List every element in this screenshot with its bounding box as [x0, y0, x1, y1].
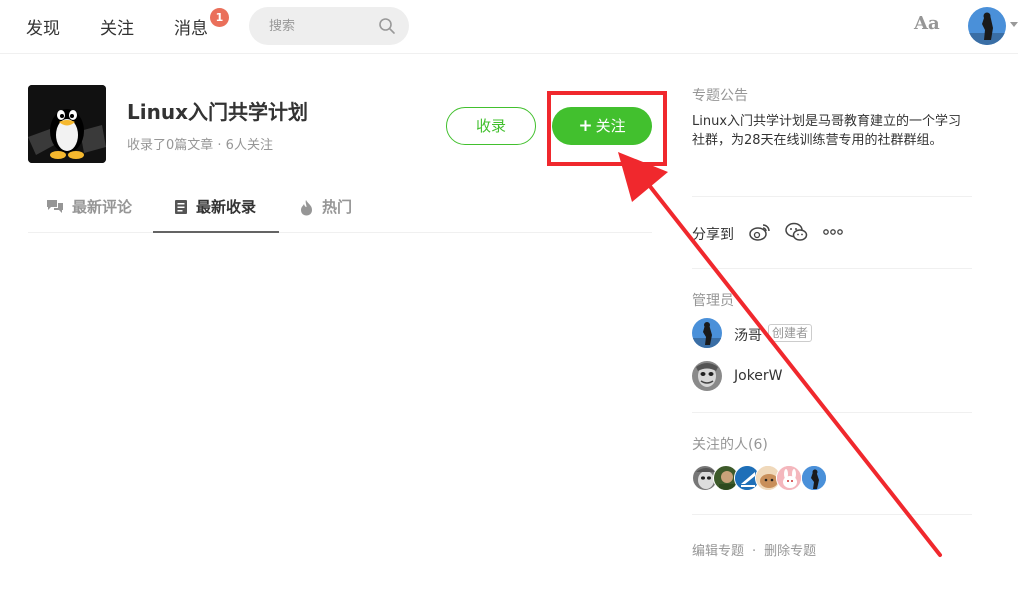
tab-label: 热门 — [322, 198, 353, 216]
font-settings-button[interactable]: Aa — [914, 13, 940, 34]
admins-heading: 管理员 — [692, 293, 734, 309]
search-icon[interactable] — [377, 16, 397, 36]
top-navbar: 发现 关注 消息 1 Aa — [0, 0, 1018, 54]
collection-title: Linux入门共学计划 — [127, 100, 308, 124]
divider — [692, 412, 972, 413]
messages-badge: 1 — [210, 8, 229, 27]
avatar[interactable] — [692, 361, 722, 391]
more-icon[interactable] — [823, 228, 843, 236]
delete-collection-link[interactable]: 删除专题 — [764, 544, 816, 559]
annotation-highlight-box — [547, 91, 667, 166]
followers-heading: 关注的人(6) — [692, 437, 768, 453]
divider — [692, 514, 972, 515]
notice-heading: 专题公告 — [692, 88, 748, 104]
divider — [692, 268, 972, 269]
chevron-down-icon[interactable] — [1010, 22, 1018, 27]
divider — [692, 196, 972, 197]
collection-logo — [28, 85, 106, 163]
nav-discover[interactable]: 发现 — [26, 14, 60, 39]
tab-label: 最新评论 — [72, 198, 133, 216]
annotation-arrow — [618, 152, 942, 557]
collect-button[interactable]: 收录 — [446, 107, 536, 145]
nav-follow[interactable]: 关注 — [100, 14, 134, 39]
user-avatar[interactable] — [968, 7, 1006, 45]
tab-label: 最新收录 — [196, 198, 257, 216]
share-label: 分享到 — [692, 227, 734, 243]
creator-badge: 创建者 — [768, 324, 813, 342]
admin-name[interactable]: 汤哥 — [734, 325, 762, 345]
wechat-icon[interactable] — [785, 222, 808, 242]
nav-messages[interactable]: 消息 — [174, 14, 208, 39]
tab-latest-collected[interactable]: 最新收录 — [153, 185, 279, 233]
document-icon — [175, 200, 187, 214]
search-box — [249, 7, 409, 45]
tab-bar: 最新评论 最新收录 热门 — [28, 185, 652, 233]
edit-collection-link[interactable]: 编辑专题 — [692, 544, 744, 559]
notice-text: Linux入门共学计划是马哥教育建立的一个学习社群，为28天在线训练营专用的社群… — [692, 114, 962, 148]
admin-name[interactable]: JokerW — [734, 368, 783, 384]
avatar[interactable] — [692, 318, 722, 348]
weibo-icon[interactable] — [749, 222, 771, 242]
separator: · — [752, 544, 757, 559]
follower-avatar[interactable] — [776, 465, 802, 491]
tab-hot[interactable]: 热门 — [299, 185, 352, 233]
sidebar-footer: 编辑专题 · 删除专题 — [692, 540, 816, 559]
tab-latest-comments[interactable]: 最新评论 — [46, 185, 132, 233]
search-input[interactable] — [269, 16, 369, 36]
comment-icon — [47, 200, 63, 213]
collection-meta: 收录了0篇文章 · 6人关注 — [127, 138, 273, 153]
fire-icon — [301, 199, 312, 215]
follower-avatar[interactable] — [801, 465, 827, 491]
